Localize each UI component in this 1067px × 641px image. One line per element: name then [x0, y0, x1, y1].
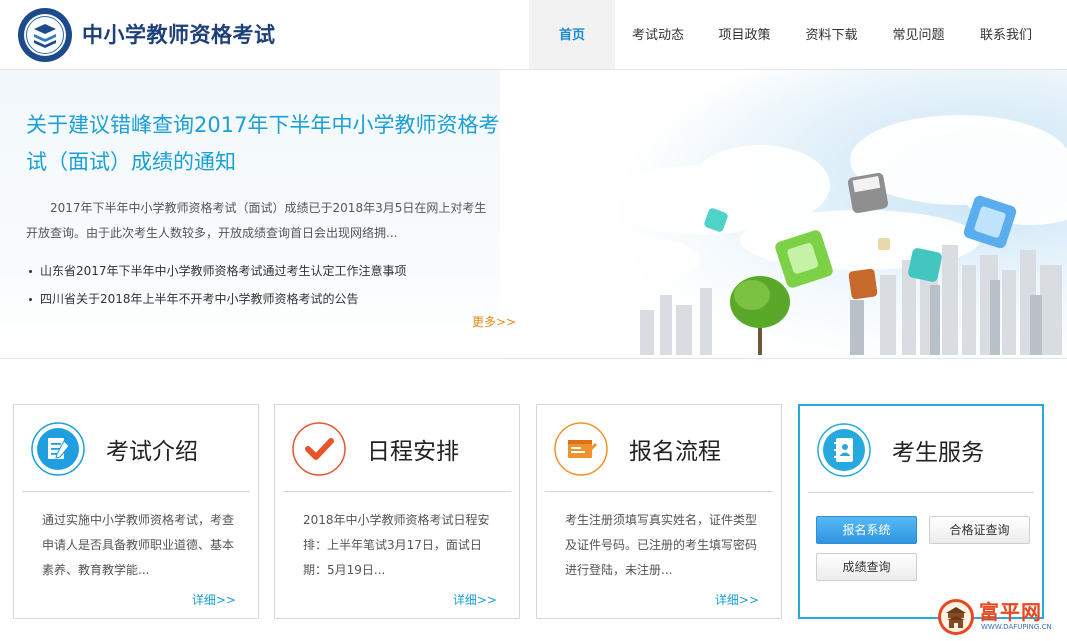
card-detail-link[interactable]: 详细>>: [192, 591, 236, 608]
logo-emblem-icon[interactable]: [17, 7, 73, 63]
headline-news-summary: 2017年下半年中小学教师资格考试（面试）成绩已于2018年3月5日在网上对考生…: [26, 201, 487, 240]
watermark-url: WWW.DAFUPING.CN: [981, 623, 1052, 631]
form-pen-icon: [554, 422, 608, 476]
card-divider: [22, 491, 250, 492]
certificate-query-button[interactable]: 合格证查询: [929, 516, 1030, 544]
nav-item-downloads[interactable]: 资料下载: [788, 0, 875, 69]
card-divider: [545, 491, 773, 492]
card-text: 通过实施中小学教师资格考试，考查申请人是否具备教师职业道德、基本素养、教育教学能…: [42, 513, 235, 577]
site-title[interactable]: 中小学教师资格考试: [82, 19, 276, 49]
nav-item-policy[interactable]: 项目政策: [701, 0, 788, 69]
main-nav: 首页 考试动态 项目政策 资料下载 常见问题 联系我们: [529, 0, 1050, 69]
site-header: 中小学教师资格考试 首页 考试动态 项目政策 资料下载 常见问题 联系我们: [0, 0, 1067, 70]
card-divider: [808, 492, 1034, 493]
card-title[interactable]: 考生服务: [892, 433, 984, 467]
address-book-icon: [817, 423, 871, 477]
card-text: 考生注册须填写真实姓名，证件类型及证件号码。已注册的考生填写密码进行登陆，未注册…: [565, 513, 758, 577]
watermark-site-name: 富平网: [979, 600, 1042, 624]
card-registration-process: 报名流程 考生注册须填写真实姓名，证件类型及证件号码。已注册的考生填写密码进行登…: [536, 404, 782, 619]
card-detail-link[interactable]: 详细>>: [453, 591, 497, 608]
card-title[interactable]: 报名流程: [629, 432, 721, 466]
card-text: 2018年中小学教师资格考试日程安排：上半年笔试3月17日，面试日期：5月19日…: [303, 513, 490, 577]
registration-system-button[interactable]: 报名系统: [816, 516, 917, 544]
news-list-item[interactable]: 四川省关于2018年上半年不开考中小学教师资格考试的公告: [26, 285, 407, 313]
checkmark-icon: [292, 422, 346, 476]
document-pen-icon: [31, 422, 85, 476]
site-watermark: 富平网 WWW.DAFUPING.CN: [935, 596, 1065, 638]
card-title[interactable]: 日程安排: [367, 432, 459, 466]
more-news-link[interactable]: 更多>>: [472, 313, 516, 330]
nav-item-contact[interactable]: 联系我们: [962, 0, 1050, 69]
nav-item-faq[interactable]: 常见问题: [875, 0, 962, 69]
card-exam-intro: 考试介绍 通过实施中小学教师资格考试，考查申请人是否具备教师职业道德、基本素养、…: [13, 404, 259, 619]
card-candidate-services: 考生服务 报名系统 合格证查询 成绩查询: [798, 404, 1044, 619]
news-list-item[interactable]: 山东省2017年下半年中小学教师资格考试通过考生认定工作注意事项: [26, 257, 407, 285]
pagoda-logo-icon: [938, 599, 974, 635]
nav-item-exam-news[interactable]: 考试动态: [615, 0, 701, 69]
headline-news-title[interactable]: 关于建议错峰查询2017年下半年中小学教师资格考试（面试）成绩的通知: [26, 107, 506, 181]
news-list: 山东省2017年下半年中小学教师资格考试通过考生认定工作注意事项 四川省关于20…: [26, 257, 407, 313]
card-divider: [283, 491, 511, 492]
news-banner: 关于建议错峰查询2017年下半年中小学教师资格考试（面试）成绩的通知 2017年…: [0, 70, 1067, 359]
card-title[interactable]: 考试介绍: [106, 432, 198, 466]
card-detail-link[interactable]: 详细>>: [715, 591, 759, 608]
score-query-button[interactable]: 成绩查询: [816, 553, 917, 581]
nav-item-home[interactable]: 首页: [529, 0, 615, 69]
card-schedule: 日程安排 2018年中小学教师资格考试日程安排：上半年笔试3月17日，面试日期：…: [274, 404, 520, 619]
